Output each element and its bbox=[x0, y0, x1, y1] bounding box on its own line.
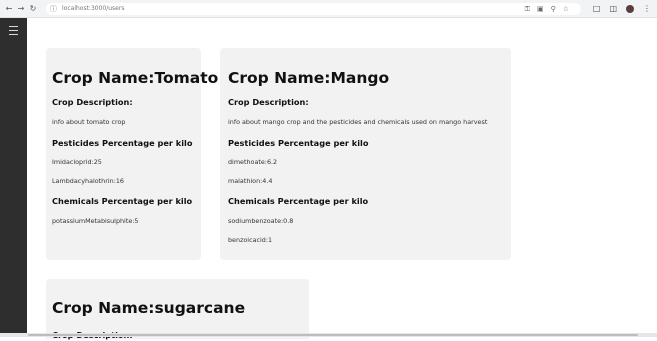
crop-title: Crop Name:sugarcane bbox=[52, 299, 246, 317]
chemicals-heading: Chemicals Percentage per kilo bbox=[52, 196, 193, 206]
pesticide-item: Imidacloprid:25 bbox=[52, 158, 102, 166]
description-text: info about mango crop and the pesticides… bbox=[228, 118, 488, 126]
menu-kebab-icon[interactable]: ⋮ bbox=[643, 3, 651, 15]
hamburger-menu-icon[interactable] bbox=[9, 26, 18, 38]
install-icon[interactable]: ▣ bbox=[537, 3, 544, 15]
omnibox-actions: ⚿ ▣ ⚲ ☆ bbox=[525, 3, 569, 15]
address-url: localhost:3000/users bbox=[62, 5, 125, 12]
bookmark-star-icon[interactable]: ☆ bbox=[563, 3, 569, 15]
side-panel-icon[interactable]: ◫ bbox=[609, 3, 617, 15]
sidebar bbox=[0, 18, 27, 333]
pesticides-heading: Pesticides Percentage per kilo bbox=[228, 138, 369, 148]
scrollbar-thumb[interactable] bbox=[28, 334, 638, 336]
zoom-icon[interactable]: ⚲ bbox=[551, 3, 556, 15]
chemicals-heading: Chemicals Percentage per kilo bbox=[228, 196, 369, 206]
pesticide-item: Lambdacyhalothrin:16 bbox=[52, 177, 124, 185]
chemical-item: sodiumbenzoate:0.8 bbox=[228, 217, 294, 225]
address-bar[interactable]: ⓘ localhost:3000/users bbox=[46, 3, 581, 15]
crop-card-sugarcane: Crop Name:sugarcane Crop Description: bbox=[46, 279, 309, 340]
crop-title: Crop Name:Mango bbox=[228, 69, 390, 87]
toolbar-right: □ ◫ ⋮ bbox=[593, 3, 651, 15]
pesticides-heading: Pesticides Percentage per kilo bbox=[52, 138, 193, 148]
reload-icon[interactable]: ↻ bbox=[28, 3, 38, 15]
chemical-item: potassiumMetabisulphite:5 bbox=[52, 217, 139, 225]
extensions-icon[interactable]: □ bbox=[593, 3, 601, 15]
description-heading: Crop Description: bbox=[228, 97, 309, 107]
site-info-icon[interactable]: ⓘ bbox=[50, 4, 57, 14]
profile-avatar[interactable] bbox=[626, 5, 634, 13]
pesticide-item: malathion:4.4 bbox=[228, 177, 273, 185]
pesticide-item: dimethoate:6.2 bbox=[228, 158, 278, 166]
key-icon[interactable]: ⚿ bbox=[525, 3, 530, 15]
forward-arrow-icon[interactable]: → bbox=[16, 3, 26, 15]
description-text: info about tomato crop bbox=[52, 118, 126, 126]
crop-card-tomato: Crop Name:Tomato Crop Description: info … bbox=[46, 48, 218, 260]
browser-toolbar: ← → ↻ ⓘ localhost:3000/users ⚿ ▣ ⚲ ☆ □ ◫… bbox=[0, 0, 657, 18]
chemical-item: benzoicacid:1 bbox=[228, 236, 273, 244]
horizontal-scrollbar[interactable] bbox=[0, 333, 657, 337]
crop-card-mango: Crop Name:Mango Crop Description: info a… bbox=[220, 48, 511, 260]
description-heading: Crop Description: bbox=[52, 97, 133, 107]
back-arrow-icon[interactable]: ← bbox=[4, 3, 14, 15]
crop-title: Crop Name:Tomato bbox=[52, 69, 219, 87]
